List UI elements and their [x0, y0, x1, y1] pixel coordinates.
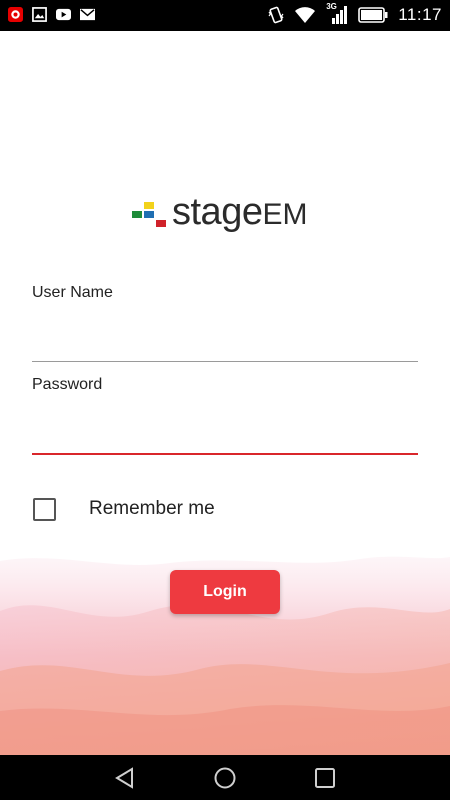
logo-wordmark: stageEM [172, 191, 307, 234]
system-icons: 3G 11:17 [268, 2, 442, 26]
signal-icon [332, 6, 348, 24]
password-label: Password [32, 376, 103, 393]
youtube-icon [56, 8, 71, 21]
signal-indicator: 3G [326, 2, 348, 26]
login-screen: stageEM User Name Password Remember me L… [0, 31, 450, 755]
recents-icon[interactable] [313, 766, 337, 790]
vodafone-icon [8, 7, 23, 22]
username-underline [32, 361, 418, 362]
logo-text-suffix: EM [262, 198, 308, 231]
app-logo: stageEM [130, 191, 330, 241]
logo-text-main: stage [172, 191, 263, 233]
logo-mark-icon [132, 202, 166, 227]
remember-me-checkbox[interactable] [33, 498, 56, 521]
vibrate-icon [268, 6, 284, 24]
gmail-icon [80, 8, 95, 21]
login-button[interactable]: Login [170, 570, 280, 614]
battery-icon [358, 7, 388, 23]
password-underline-focused [32, 453, 418, 455]
back-icon[interactable] [113, 766, 137, 790]
notification-icons [8, 7, 95, 22]
wifi-icon [295, 7, 316, 23]
password-input[interactable] [32, 421, 418, 451]
gallery-icon [32, 7, 47, 22]
status-bar: 3G 11:17 [0, 0, 450, 31]
username-label: User Name [32, 284, 113, 301]
remember-me-label[interactable]: Remember me [89, 498, 215, 520]
clock: 11:17 [398, 5, 442, 24]
home-icon[interactable] [213, 766, 237, 790]
username-input[interactable] [32, 329, 418, 359]
navigation-bar [0, 755, 450, 800]
